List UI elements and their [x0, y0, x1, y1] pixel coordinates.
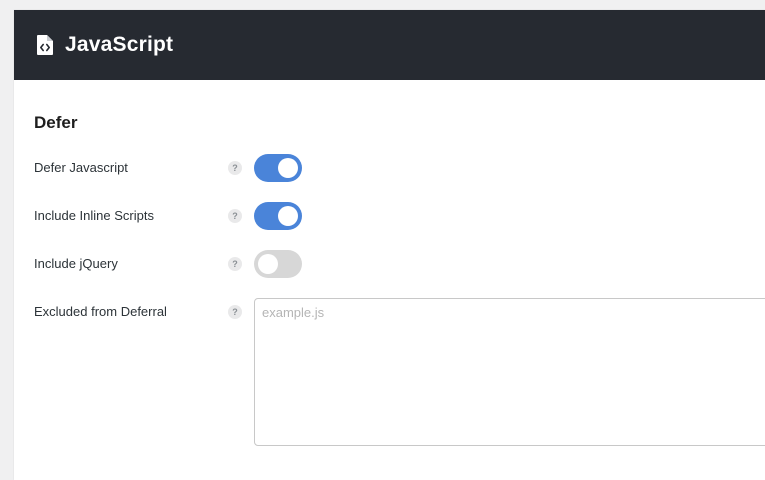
include-jquery-toggle[interactable]	[254, 250, 302, 278]
include-inline-scripts-toggle[interactable]	[254, 202, 302, 230]
setting-label: Include jQuery	[34, 256, 118, 271]
excluded-files-textarea[interactable]	[254, 298, 765, 446]
setting-row-include-jquery: Include jQuery ?	[34, 250, 302, 278]
setting-row-defer-javascript: Defer Javascript ?	[34, 154, 302, 182]
panel-header: JavaScript	[14, 10, 765, 80]
settings-panel: JavaScript Defer Defer Javascript ? Incl…	[14, 10, 765, 480]
help-icon[interactable]: ?	[228, 161, 242, 175]
help-icon[interactable]: ?	[228, 257, 242, 271]
setting-row-include-inline-scripts: Include Inline Scripts ?	[34, 202, 302, 230]
toggle-knob	[258, 254, 278, 274]
setting-label: Defer Javascript	[34, 160, 128, 175]
file-code-icon	[37, 35, 53, 55]
help-icon[interactable]: ?	[228, 209, 242, 223]
excluded-files-wrapper	[254, 298, 765, 446]
toggle-knob	[278, 158, 298, 178]
setting-row-excluded-from-deferral: Excluded from Deferral ?	[34, 304, 254, 320]
setting-label: Excluded from Deferral	[34, 304, 167, 319]
section-title: Defer	[34, 113, 78, 132]
panel-title: JavaScript	[65, 33, 174, 56]
toggle-knob	[278, 206, 298, 226]
defer-javascript-toggle[interactable]	[254, 154, 302, 182]
setting-label: Include Inline Scripts	[34, 208, 154, 223]
help-icon[interactable]: ?	[228, 305, 242, 319]
